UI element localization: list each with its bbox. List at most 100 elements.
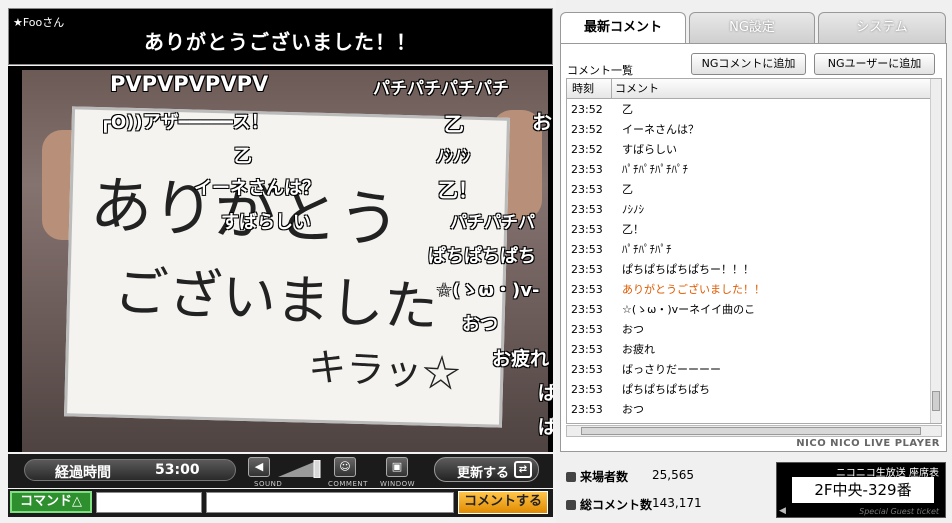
row-comment: ☆(ゝω・)vーネイイ曲のこ: [622, 303, 756, 316]
visitors-value: 25,565: [652, 468, 694, 482]
elapsed-time-display: 経過時間 53:00: [24, 459, 236, 481]
ticket-footer: Special Guest ticket: [859, 507, 939, 516]
row-time: 23:53: [571, 303, 603, 316]
danmaku-comment: パチパチパ: [450, 213, 535, 233]
row-time: 23:53: [571, 163, 603, 176]
speaker-icon[interactable]: ◀: [248, 457, 270, 477]
comment-rows: 23:52 乙 23:52 イーネさんは？ 23:52 すばらしい 23:53 ﾊﾟﾁﾊﾟﾁﾊ…: [567, 100, 931, 420]
column-header-comment[interactable]: コメント: [615, 79, 659, 98]
comment-toggle-label: COMMENT: [328, 480, 368, 488]
table-row[interactable]: 23:53 ぱちぱちぱちぱちー！！！: [567, 260, 931, 280]
table-row[interactable]: 23:52 すばらしい: [567, 140, 931, 160]
table-header: 時刻 コメント: [567, 79, 931, 99]
comment-table: 時刻 コメント 23:52 乙 23:52 イーネさんは？ 23:52 すばらしい 23:5…: [566, 78, 942, 424]
row-time: 23:52: [571, 103, 603, 116]
row-time: 23:53: [571, 203, 603, 216]
danmaku-comment: 乙！: [438, 178, 478, 202]
table-row[interactable]: 23:53 おつ: [567, 320, 931, 340]
comment-input[interactable]: [206, 492, 454, 513]
ticket-arrow-icon[interactable]: ◀: [779, 506, 786, 516]
scrollbar-thumb[interactable]: [581, 427, 921, 435]
row-time: 23:53: [571, 363, 603, 376]
danmaku-comment: ﾉｼﾉｼ: [436, 147, 470, 167]
danmaku-comment: ┏O))アザ━━━━━ス！: [100, 112, 269, 133]
row-comment: ぱちぱちぱちぱち: [622, 383, 710, 396]
command-input[interactable]: [96, 492, 202, 513]
scrollbar-thumb[interactable]: [932, 391, 940, 411]
danmaku-comment: ば: [538, 382, 553, 404]
people-icon: [566, 472, 576, 482]
comment-toggle-icon[interactable]: ☺: [334, 457, 356, 477]
danmaku-comment: ぱちぱちぱち: [428, 246, 536, 267]
live-player: ★Fooさん ありがとうございました！！ ありがとう ございました キラッ☆ P…: [0, 0, 556, 523]
comment-list-title: コメント一覧: [567, 64, 633, 77]
row-time: 23:53: [571, 183, 603, 196]
whiteboard-line-2: ございました: [112, 259, 440, 340]
table-row[interactable]: 23:52 乙: [567, 100, 931, 120]
window-label: WINDOW: [380, 480, 416, 488]
row-comment: イーネさんは？: [622, 123, 699, 136]
table-row[interactable]: 23:53 乙！: [567, 220, 931, 240]
add-ng-comment-button[interactable]: NGコメントに追加: [691, 53, 806, 75]
submit-comment-button[interactable]: コメントする: [458, 491, 548, 514]
danmaku-comment: ぱ: [538, 416, 553, 438]
danmaku-comment: お: [532, 110, 552, 134]
refresh-icon: ⇄: [514, 461, 532, 478]
comment-input-bar: コマンド△ コメントする: [8, 489, 553, 517]
row-comment: ありがとうございました！！: [622, 283, 765, 296]
table-row[interactable]: 23:52 イーネさんは？: [567, 120, 931, 140]
table-row[interactable]: 23:53 ばっさりだーーーー: [567, 360, 931, 380]
elapsed-time: 53:00: [155, 462, 200, 478]
comment-list-panel: コメント一覧 NGコメントに追加 NGユーザーに追加 時刻 コメント 23:52…: [560, 43, 947, 452]
danmaku-comment: お疲れ: [492, 348, 550, 370]
table-row[interactable]: 23:53 ﾊﾟﾁﾊﾟﾁﾊﾟﾁﾊﾟﾁ: [567, 160, 931, 180]
table-row[interactable]: 23:53 ☆(ゝω・)vーネイイ曲のこ: [567, 300, 931, 320]
row-comment: ﾊﾟﾁﾊﾟﾁﾊﾟﾁﾊﾟﾁ: [622, 163, 688, 176]
row-comment: お疲れ: [622, 343, 655, 356]
table-row[interactable]: 23:53 ﾊﾟﾁﾊﾟﾁﾊﾟﾁ: [567, 240, 931, 260]
row-time: 23:53: [571, 243, 603, 256]
stream-title: ありがとうございました！！: [144, 30, 417, 54]
column-header-time[interactable]: 時刻: [567, 79, 612, 99]
row-comment: すばらしい: [622, 143, 677, 156]
add-ng-user-button[interactable]: NGユーザーに追加: [814, 53, 935, 75]
table-row[interactable]: 23:53 乙: [567, 180, 931, 200]
row-time: 23:52: [571, 123, 603, 136]
tab-system[interactable]: システム: [818, 12, 946, 43]
side-panel: 最新コメント NG設定 システム コメント一覧 NGコメントに追加 NGユーザー…: [556, 0, 952, 523]
table-row[interactable]: 23:53 お疲れ: [567, 340, 931, 360]
row-time: 23:53: [571, 383, 603, 396]
comments-value: 143,171: [652, 496, 702, 510]
player-brand: NICO NICO LIVE PLAYER: [796, 438, 940, 449]
danmaku-comment: おつ: [462, 314, 498, 335]
table-row[interactable]: 23:53 ありがとうございました！！: [567, 280, 931, 300]
comments-stat: 総コメント数 143,171: [566, 496, 702, 513]
elapsed-label: 経過時間: [55, 465, 111, 481]
tab-ng-settings[interactable]: NG設定: [689, 12, 815, 43]
window-icon[interactable]: ▣: [386, 457, 408, 477]
row-comment: 乙: [622, 103, 633, 116]
row-time: 23:53: [571, 283, 603, 296]
danmaku-comment: 乙: [234, 146, 252, 167]
comments-label: 総コメント数: [580, 498, 653, 512]
row-time: 23:53: [571, 403, 603, 416]
video-screen[interactable]: ありがとう ございました キラッ☆ PVPVPVPVPV パチパチパチパチ ┏O…: [8, 66, 553, 452]
table-row[interactable]: 23:53 ぱちぱちぱちぱち: [567, 380, 931, 400]
vertical-scrollbar[interactable]: [930, 79, 941, 423]
danmaku-comment: すばらしい: [221, 212, 311, 233]
whiteboard-line-3: キラッ☆: [307, 344, 462, 397]
refresh-button[interactable]: 更新する ⇄: [434, 457, 539, 482]
visitors-label: 来場者数: [580, 470, 629, 484]
tab-recent-comments[interactable]: 最新コメント: [560, 12, 686, 44]
command-button[interactable]: コマンド△: [10, 491, 92, 513]
row-time: 23:53: [571, 343, 603, 356]
row-comment: 乙！: [622, 223, 644, 236]
row-comment: 乙: [622, 183, 633, 196]
danmaku-comment: イーネさんは？: [194, 178, 320, 199]
table-row[interactable]: 23:53 おつ: [567, 400, 931, 420]
row-comment: おつ: [622, 323, 644, 336]
seat-ticket: ニコニコ生放送 座席表 2F中央-329番 ◀ Special Guest ti…: [776, 462, 946, 518]
horizontal-scrollbar[interactable]: [566, 425, 942, 437]
volume-slider[interactable]: [278, 460, 322, 478]
table-row[interactable]: 23:53 ﾉｼﾉｼ: [567, 200, 931, 220]
